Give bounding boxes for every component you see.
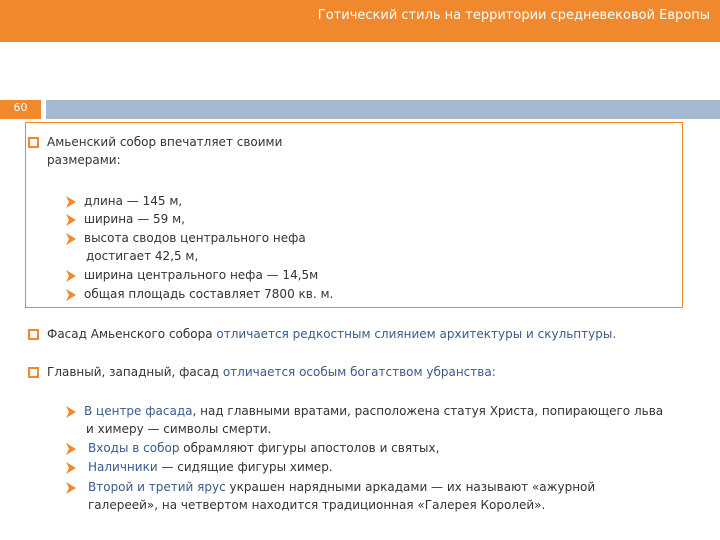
- list-item-text: обрамляют фигуры апостолов и святых,: [179, 441, 440, 455]
- list-item: Второй и третий ярус украшен нарядными а…: [88, 480, 595, 495]
- list-item-highlight: Наличники: [88, 460, 158, 474]
- list-item: В центре фасада, над главными вратами, р…: [84, 404, 663, 419]
- section3-text: Главный, западный, фасад отличается особ…: [47, 365, 496, 380]
- decorative-bar: [46, 100, 720, 119]
- arrow-bullet-icon: [66, 289, 76, 301]
- section3-highlight: отличается особым богатством убранства:: [219, 365, 496, 379]
- section2-text: Фасад Амьенского собора отличается редко…: [47, 327, 616, 342]
- section2-subject: Фасад Амьенского собора: [47, 327, 213, 341]
- list-item: общая площадь составляет 7800 кв. м.: [84, 287, 334, 301]
- list-item-continuation: достигает 42,5 м,: [86, 249, 199, 263]
- list-item: Наличники — сидящие фигуры химер.: [88, 460, 333, 475]
- list-item: ширина центрального нефа — 14,5м: [84, 268, 319, 282]
- section1-intro-line2: размерами:: [47, 153, 121, 167]
- arrow-bullet-icon: [66, 406, 76, 418]
- arrow-bullet-icon: [66, 196, 76, 208]
- list-item: высота сводов центрального нефа: [84, 231, 306, 245]
- arrow-bullet-icon: [66, 233, 76, 245]
- header-bar: Готический стиль на территории средневек…: [0, 0, 720, 42]
- square-bullet-icon: [28, 329, 39, 340]
- list-item: ширина — 59 м,: [84, 212, 185, 226]
- section1-intro-line1: Амьенский собор впечатляет своими: [47, 135, 283, 149]
- arrow-bullet-icon: [66, 462, 76, 474]
- list-item-highlight: В центре фасада: [84, 404, 193, 418]
- list-item: длина — 145 м,: [84, 194, 183, 208]
- list-item-text: , над главными вратами, расположена стат…: [192, 404, 664, 418]
- square-bullet-icon: [28, 367, 39, 378]
- list-item-highlight: Входы в собор: [88, 441, 180, 455]
- list-item: Входы в собор обрамляют фигуры апостолов…: [88, 441, 439, 456]
- section3-subject: Главный, западный, фасад: [47, 365, 220, 379]
- square-bullet-icon: [28, 137, 39, 148]
- list-item-continuation: и химеру — символы смерти.: [86, 422, 272, 436]
- list-item-text: — сидящие фигуры химер.: [157, 460, 333, 474]
- arrow-bullet-icon: [66, 214, 76, 226]
- section2-highlight: отличается редкостным слиянием архитекту…: [212, 327, 617, 341]
- arrow-bullet-icon: [66, 482, 76, 494]
- slide-number: 60: [0, 100, 41, 119]
- arrow-bullet-icon: [66, 270, 76, 282]
- arrow-bullet-icon: [66, 443, 76, 455]
- slide-title: Готический стиль на территории средневек…: [317, 8, 710, 23]
- list-item-text: украшен нарядными аркадами — их называют…: [225, 480, 596, 494]
- list-item-continuation: галереей», на четвертом находится традиц…: [88, 498, 546, 512]
- list-item-highlight: Второй и третий ярус: [88, 480, 226, 494]
